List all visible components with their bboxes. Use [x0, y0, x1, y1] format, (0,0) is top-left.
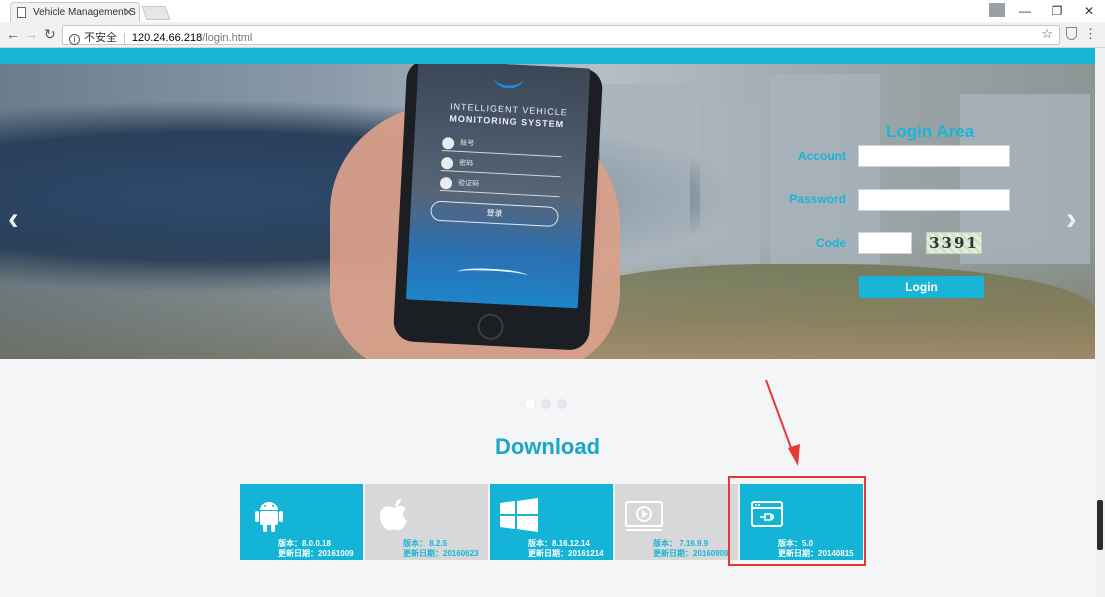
apple-icon	[379, 499, 407, 531]
login-button[interactable]: Login	[859, 276, 984, 298]
page-icon	[17, 7, 26, 18]
highlight-box	[728, 476, 866, 566]
login-area-title: Login Area	[886, 122, 975, 141]
phone-code-field: 验证码	[439, 176, 561, 198]
new-tab-button[interactable]	[141, 6, 171, 20]
background-trees	[560, 264, 1095, 359]
tile-date: 更新日期：20161214	[528, 549, 604, 558]
carousel-dot[interactable]	[557, 399, 567, 409]
top-accent-bar	[0, 48, 1095, 64]
browser-toolbar: ← → ↻ i 不安全 | 120.24.66.218/login.html ☆ ⋮	[0, 22, 1105, 48]
menu-kebab-icon[interactable]: ⋮	[1084, 26, 1097, 42]
code-label: Code	[816, 236, 846, 250]
minimize-icon[interactable]: —	[1009, 4, 1041, 18]
phone-screen: INTELLIGENT VEHICLE MONITORING SYSTEM 账号…	[405, 64, 591, 309]
phone-home-button	[476, 313, 505, 341]
url-separator: |	[123, 32, 126, 44]
phone-login-button: 登录	[430, 200, 559, 228]
restore-icon[interactable]: ❐	[1041, 4, 1073, 18]
car-silhouette-icon	[457, 266, 528, 281]
tile-date: 更新日期：20161009	[278, 549, 354, 558]
red-annotation-arrow	[765, 379, 800, 466]
chat-icon	[439, 176, 453, 190]
phone-account-label: 账号	[459, 139, 475, 148]
page-body: INTELLIGENT VEHICLE MONITORING SYSTEM 账号…	[0, 48, 1095, 597]
back-arrow-icon[interactable]: ←	[6, 26, 20, 42]
phone-image: INTELLIGENT VEHICLE MONITORING SYSTEM 账号…	[392, 64, 604, 351]
url-host: 120.24.66.218	[131, 32, 203, 44]
background-building	[700, 104, 760, 264]
user-profile-icon[interactable]	[989, 3, 1005, 17]
user-icon	[441, 137, 455, 150]
browser-chrome: Vehicle Management S ✕ — ❐ ✕ ← → ↻ i 不安全 |…	[0, 0, 1105, 48]
phone-password-label: 密码	[458, 159, 474, 168]
download-tile-android[interactable]: 版本：8.0.0.18 更新日期：20161009	[240, 484, 363, 560]
reload-icon[interactable]: ↻	[44, 26, 56, 43]
security-label: 不安全	[84, 32, 117, 44]
bookmark-star-icon[interactable]: ☆	[1041, 26, 1053, 42]
android-icon	[255, 502, 283, 532]
account-input[interactable]	[858, 145, 1010, 167]
download-tile-windows[interactable]: 版本：8.16.12.14 更新日期：20161214	[490, 484, 613, 560]
windows-icon	[500, 498, 538, 532]
download-title: Download	[494, 434, 601, 459]
carousel-dots	[525, 399, 567, 409]
eagle-logo-icon	[493, 65, 525, 90]
account-label: Account	[798, 149, 846, 163]
password-label: Password	[789, 192, 846, 206]
info-icon[interactable]: i	[69, 34, 80, 45]
close-window-icon[interactable]: ✕	[1073, 4, 1105, 18]
carousel-dot[interactable]	[525, 399, 535, 409]
hero-banner: INTELLIGENT VEHICLE MONITORING SYSTEM 账号…	[0, 64, 1095, 359]
carousel-prev-arrow-icon[interactable]: ‹	[8, 200, 19, 237]
lock-icon	[440, 156, 454, 170]
tile-date: 更新日期：20160909	[653, 549, 729, 558]
scrollbar-thumb[interactable]	[1097, 500, 1103, 550]
close-tab-icon[interactable]: ✕	[124, 6, 133, 19]
phone-code-label: 验证码	[457, 179, 480, 188]
tab-title: Vehicle Management S	[33, 7, 136, 18]
code-input[interactable]	[858, 232, 912, 254]
download-tile-player[interactable]: 版本： 7.16.9.9 更新日期：20160909	[615, 484, 738, 560]
phone-password-field: 密码	[440, 156, 562, 178]
tab-strip: Vehicle Management S ✕ — ❐ ✕	[0, 0, 1105, 22]
password-input[interactable]	[858, 189, 1010, 211]
forward-arrow-icon[interactable]: →	[24, 26, 38, 42]
address-bar[interactable]: i 不安全 | 120.24.66.218/login.html	[62, 25, 1060, 45]
video-player-icon	[625, 501, 663, 531]
carousel-next-arrow-icon[interactable]: ›	[1066, 200, 1077, 237]
window-controls: — ❐ ✕	[1009, 0, 1105, 22]
carousel-dot[interactable]	[541, 399, 551, 409]
extension-shield-icon[interactable]	[1066, 27, 1077, 40]
captcha-image[interactable]: 3391	[926, 232, 982, 254]
phone-account-field: 账号	[441, 137, 563, 158]
download-tile-apple[interactable]: 版本： 8.2.5 更新日期：20160623	[365, 484, 488, 560]
browser-tab[interactable]: Vehicle Management S ✕	[10, 2, 140, 22]
url-path: /login.html	[202, 32, 253, 44]
tile-date: 更新日期：20160623	[403, 549, 479, 558]
